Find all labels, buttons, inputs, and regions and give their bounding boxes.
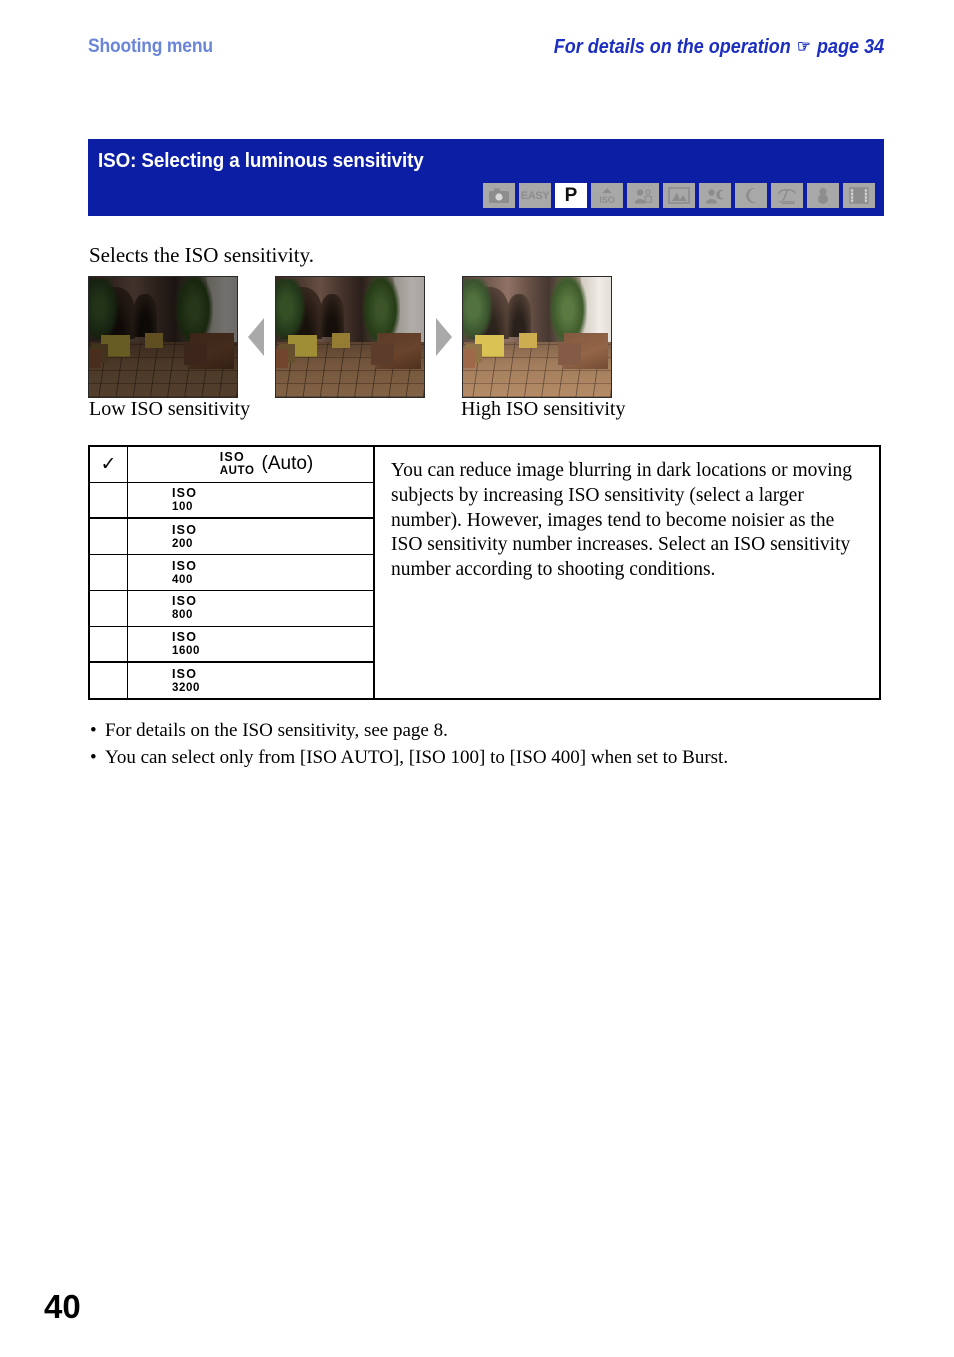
palm-tree-icon <box>771 183 803 208</box>
iso-1600-glyph: ISO 1600 <box>172 630 200 657</box>
iso-options-column: ✓ ISO AUTO (Auto) ISO 100 ISO 200 ISO 40… <box>90 447 375 699</box>
easy-label: EASY <box>520 189 550 202</box>
iso-label-cell: ISO 400 <box>128 559 373 587</box>
photo-high-iso <box>462 276 612 398</box>
moon-icon <box>735 183 767 208</box>
page-number: 40 <box>44 1288 81 1325</box>
default-check-cell <box>90 482 128 518</box>
list-item: You can select only from [ISO AUTO], [IS… <box>90 745 880 772</box>
program-label: P <box>564 184 578 206</box>
twilight-portrait-icon <box>699 183 731 208</box>
table-row[interactable]: ISO 800 <box>90 590 373 627</box>
default-check-cell <box>90 663 128 699</box>
table-row[interactable]: ISO 3200 <box>90 663 373 699</box>
soft-snap-icon <box>627 183 659 208</box>
notes-list: For details on the ISO sensitivity, see … <box>90 718 880 772</box>
operation-reference: For details on the operation ☞ page 34 <box>554 36 884 59</box>
easy-text-icon: EASY <box>519 183 551 208</box>
triangle-right-icon <box>436 318 452 356</box>
iso-400-glyph: ISO 400 <box>172 558 198 586</box>
table-row[interactable]: ISO 100 <box>90 482 373 520</box>
caption-low-iso: Low ISO sensitivity <box>89 398 251 420</box>
iso-label-cell: ISO 100 <box>128 486 373 514</box>
iso-auto-suffix: (Auto) <box>261 453 314 475</box>
iso-description-column: You can reduce image blurring in dark lo… <box>375 447 879 698</box>
snowman-icon <box>807 183 839 208</box>
iso-3200-glyph: ISO 3200 <box>172 666 200 694</box>
feature-title: ISO: Selecting a luminous sensitivity <box>98 150 424 172</box>
iso-label-cell: ISO 200 <box>128 523 373 551</box>
svg-text:ISO: ISO <box>599 195 615 205</box>
caption-high-iso: High ISO sensitivity <box>461 398 626 420</box>
camera-icon <box>483 183 515 208</box>
default-check-cell: ✓ <box>90 447 128 482</box>
photo-comparison-strip <box>88 276 628 398</box>
default-check-cell <box>90 555 128 590</box>
iso-200-glyph: ISO 200 <box>172 522 198 550</box>
table-row[interactable]: ISO 200 <box>90 519 373 556</box>
table-row[interactable]: ISO 1600 <box>90 626 373 664</box>
feature-banner: ISO: Selecting a luminous sensitivity EA… <box>88 139 884 216</box>
section-title: Shooting menu <box>88 36 213 57</box>
iso-up-icon: ISO <box>591 183 623 208</box>
iso-label-cell: ISO 3200 <box>128 667 373 695</box>
triangle-left-icon <box>248 318 264 356</box>
p-text-icon: P <box>555 183 587 208</box>
table-row[interactable]: ISO 400 <box>90 555 373 591</box>
film-strip-icon <box>843 183 875 208</box>
iso-100-glyph: ISO 100 <box>172 486 198 514</box>
table-row[interactable]: ✓ ISO AUTO (Auto) <box>90 447 373 483</box>
iso-800-glyph: ISO 800 <box>172 594 198 622</box>
running-header: Shooting menu For details on the operati… <box>88 36 884 68</box>
operation-reference-page: page 34 <box>816 36 884 58</box>
default-check-cell <box>90 590 128 626</box>
iso-auto-glyph: ISO AUTO <box>219 450 255 478</box>
check-mark-icon: ✓ <box>100 452 117 475</box>
iso-description-text: You can reduce image blurring in dark lo… <box>391 460 853 580</box>
iso-label-cell: ISO 1600 <box>128 630 373 658</box>
pointing-hand-icon: ☞ <box>796 37 811 56</box>
iso-label-cell: ISO 800 <box>128 594 373 622</box>
operation-reference-text: For details on the operation <box>553 36 791 58</box>
mode-icon-row: EASY P ISO <box>483 183 875 208</box>
list-item: For details on the ISO sensitivity, see … <box>90 718 880 745</box>
default-check-cell <box>90 519 128 555</box>
photo-mid-iso <box>275 276 425 398</box>
default-check-cell <box>90 626 128 662</box>
iso-label-cell: ISO AUTO (Auto) <box>128 450 373 478</box>
landscape-icon <box>663 183 695 208</box>
photo-low-iso <box>88 276 238 398</box>
iso-options-table: ✓ ISO AUTO (Auto) ISO 100 ISO 200 ISO 40… <box>88 445 881 700</box>
intro-text: Selects the ISO sensitivity. <box>89 243 314 267</box>
